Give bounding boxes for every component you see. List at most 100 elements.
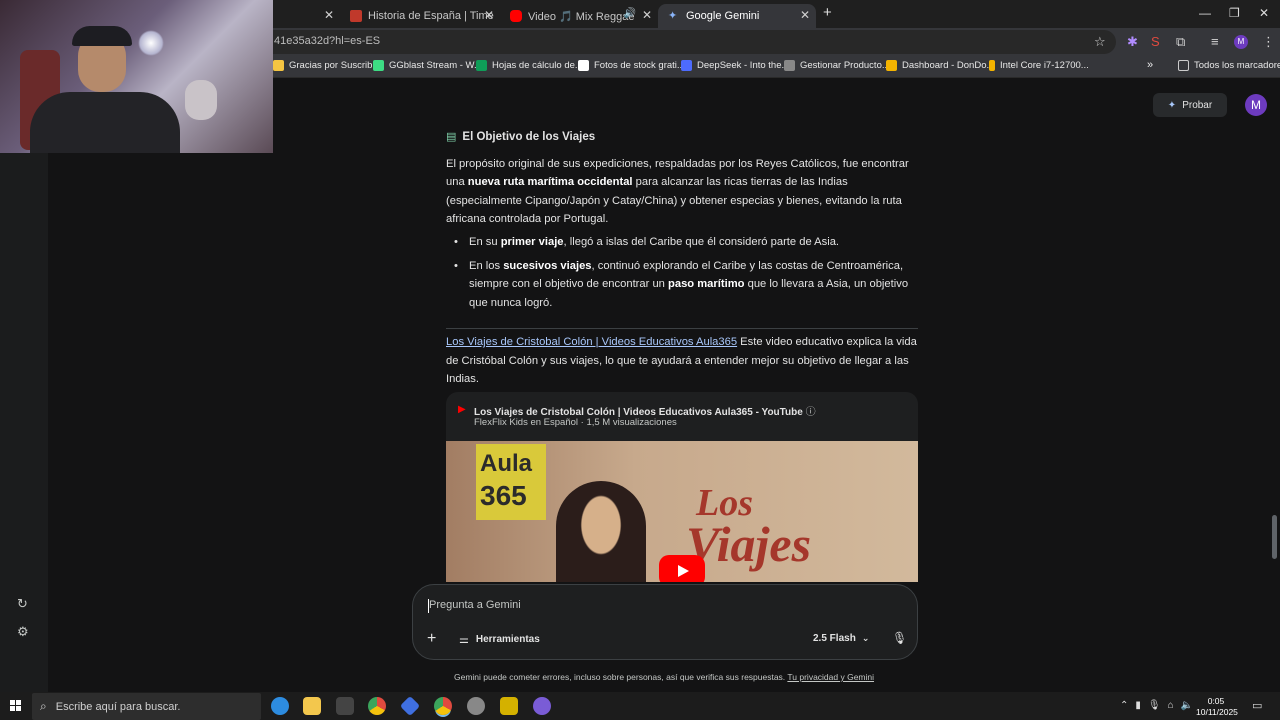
minimize-icon[interactable]: — xyxy=(1199,6,1211,20)
bookmark-label: GGblast Stream - W... xyxy=(389,60,482,71)
file-explorer-icon[interactable] xyxy=(303,697,321,715)
info-icon[interactable]: ⓘ xyxy=(806,407,816,418)
list-item: En los sucesivos viajes, continuó explor… xyxy=(446,257,918,313)
logo-text: Aula xyxy=(480,450,533,477)
taskbar-clock[interactable]: 0:05 10/11/2025 xyxy=(1196,696,1238,718)
tab-close-icon[interactable]: ✕ xyxy=(800,8,810,22)
settings-gear-icon[interactable]: ⚙ xyxy=(17,624,29,640)
tab-close-icon[interactable]: ✕ xyxy=(642,8,652,22)
volume-icon[interactable]: 🔈 xyxy=(1181,700,1193,711)
bookmark-item[interactable]: Gracias por Suscribi... xyxy=(273,60,382,71)
video-thumbnail[interactable]: Aula 365 Los Viajes xyxy=(446,441,918,582)
speaker-icon[interactable]: 🔊 xyxy=(624,8,636,19)
scrollbar-thumb[interactable] xyxy=(1272,515,1277,559)
bold-span: nueva ruta marítima occidental xyxy=(467,176,633,189)
tools-button[interactable]: ⚌ Herramientas xyxy=(459,633,540,646)
probar-button[interactable]: ✦ Probar xyxy=(1153,93,1227,117)
probar-label: Probar xyxy=(1182,99,1213,111)
youtube-favicon-icon xyxy=(510,10,522,22)
address-bar[interactable]: 41e35a32d?hl=es-ES xyxy=(262,30,1116,54)
app-icon[interactable] xyxy=(467,697,485,715)
windows-taskbar: ⌕ Escribe aquí para buscar. ⌃ ▮ 🎙 ⌂ 🔈 ▭ xyxy=(0,692,1280,720)
taskbar-search[interactable]: ⌕ Escribe aquí para buscar. xyxy=(32,693,261,720)
bookmark-label: Dashboard - DonDo... xyxy=(902,60,995,71)
tray-chevron-icon[interactable]: ⌃ xyxy=(1120,700,1128,711)
tab-historia[interactable]: Historia de España | Timeline.G ✕ xyxy=(340,4,500,28)
chrome-active-icon[interactable] xyxy=(434,697,452,715)
profile-avatar-icon[interactable]: M xyxy=(1234,35,1248,49)
media-control-icon[interactable]: ≡ xyxy=(1211,34,1219,49)
extensions-puzzle-icon[interactable]: ⧉ xyxy=(1176,34,1185,50)
app-icon[interactable] xyxy=(533,697,551,715)
book-icon: ▤ xyxy=(446,131,457,143)
tab-video[interactable]: Video 🎵 Mix Reggaeton Ar 🔊 ✕ xyxy=(500,4,658,28)
tab-close-icon[interactable]: ✕ xyxy=(324,8,334,22)
new-tab-button[interactable]: + xyxy=(823,4,832,21)
divider xyxy=(446,328,918,329)
list-item: En su primer viaje, llegó a islas del Ca… xyxy=(446,233,918,252)
battery-icon[interactable]: ▮ xyxy=(1135,700,1141,711)
logo-text: 365 xyxy=(480,480,527,511)
bookmarks-overflow-icon[interactable]: » xyxy=(1147,59,1153,71)
video-card[interactable]: ▶ Los Viajes de Cristobal Colón | Videos… xyxy=(446,392,918,582)
model-selector[interactable]: 2.5 Flash ⌄ xyxy=(813,633,869,644)
network-icon[interactable]: ⌂ xyxy=(1168,700,1174,711)
restore-icon[interactable]: ❐ xyxy=(1229,6,1240,20)
bookmark-item[interactable]: DeepSeek - Into the... xyxy=(681,60,789,71)
video-meta: FlexFlix Kids en Español · 1,5 M visuali… xyxy=(474,417,677,428)
close-window-icon[interactable]: ✕ xyxy=(1259,6,1269,20)
bookmark-label: Gestionar Producto... xyxy=(800,60,890,71)
paragraph: El propósito original de sus expedicione… xyxy=(446,155,918,229)
tab-title: Google Gemini xyxy=(686,10,760,22)
history-icon[interactable]: ↻ xyxy=(17,596,28,612)
prompt-input-box[interactable]: Pregunta a Gemini + ⚌ Herramientas 2.5 F… xyxy=(412,584,918,660)
app-icon[interactable] xyxy=(336,697,354,715)
model-label: 2.5 Flash xyxy=(813,633,856,644)
mic-tray-icon[interactable]: 🎙 xyxy=(1148,700,1161,711)
windows-start-icon[interactable] xyxy=(10,700,22,712)
bookmark-item[interactable]: Gestionar Producto... xyxy=(784,60,890,71)
tab-close-icon[interactable]: ✕ xyxy=(484,8,494,22)
bookmark-star-icon[interactable]: ☆ xyxy=(1094,34,1106,50)
text-span: En su xyxy=(469,235,501,248)
bookmark-item[interactable]: Intel Core i7-12700... xyxy=(989,60,1089,71)
tab-title: Video 🎵 Mix Reggaeton Ar xyxy=(528,10,634,23)
menu-kebab-icon[interactable]: ⋮ xyxy=(1262,34,1275,50)
search-icon: ⌕ xyxy=(40,699,47,713)
tools-label: Herramientas xyxy=(475,634,540,645)
system-tray: ⌃ ▮ 🎙 ⌂ 🔈 xyxy=(1120,700,1193,711)
bookmark-item[interactable]: GGblast Stream - W... xyxy=(373,60,482,71)
extension-s-icon[interactable]: S xyxy=(1151,34,1160,49)
extension-gear-icon[interactable]: ✱ xyxy=(1127,34,1138,50)
notifications-icon[interactable]: ▭ xyxy=(1252,699,1262,712)
bookmark-label: Fotos de stock grati... xyxy=(594,60,685,71)
text-span: , llegó a islas del Caribe que él consid… xyxy=(563,235,840,248)
bookmark-favicon-icon xyxy=(373,60,384,71)
chrome-icon[interactable] xyxy=(368,697,386,715)
url-text: 41e35a32d?hl=es-ES xyxy=(274,35,381,47)
bookmark-favicon-icon xyxy=(476,60,487,71)
play-button-icon[interactable] xyxy=(659,555,705,582)
bullet-list: En su primer viaje, llegó a islas del Ca… xyxy=(446,233,918,312)
bold-span: sucesivos viajes xyxy=(503,259,592,272)
bookmark-item[interactable]: Dashboard - DonDo... xyxy=(886,60,994,71)
prompt-placeholder[interactable]: Pregunta a Gemini xyxy=(429,599,521,611)
microphone-icon[interactable]: 🎙 xyxy=(892,631,907,645)
bookmark-label: DeepSeek - Into the... xyxy=(697,60,790,71)
gemini-sparkle-icon: ✦ xyxy=(668,10,678,22)
bookmark-favicon-icon xyxy=(784,60,795,71)
video-title[interactable]: Los Viajes de Cristobal Colón | Videos E… xyxy=(474,403,816,418)
edge-icon[interactable] xyxy=(271,697,289,715)
privacy-link[interactable]: Tu privacidad y Gemini xyxy=(787,672,874,682)
avatar[interactable]: M xyxy=(1245,94,1267,116)
app-icon[interactable] xyxy=(500,697,518,715)
response-content: ▤ El Objetivo de los Viajes El propósito… xyxy=(446,128,918,317)
add-attachment-plus-icon[interactable]: + xyxy=(427,630,436,648)
tab-gemini[interactable]: ✦ Google Gemini ✕ xyxy=(658,4,816,28)
all-bookmarks-folder[interactable]: Todos los marcadores xyxy=(1178,60,1280,71)
app-icon[interactable] xyxy=(399,695,421,717)
bookmark-item[interactable]: Hojas de cálculo de... xyxy=(476,60,583,71)
tab-1[interactable]: ✕ xyxy=(273,4,340,28)
video-link[interactable]: Los Viajes de Cristobal Colón | Videos E… xyxy=(446,336,737,348)
bookmark-item[interactable]: Fotos de stock grati... xyxy=(578,60,685,71)
